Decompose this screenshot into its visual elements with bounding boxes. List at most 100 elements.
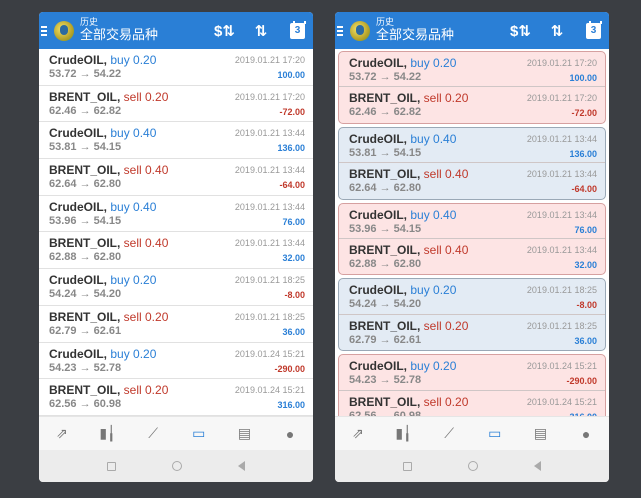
header-small-title: 历史 xyxy=(80,17,99,28)
trade-symbol-line: CrudeOIL, buy 0.20 xyxy=(349,359,456,373)
trade-date: 2019.01.21 17:20 xyxy=(234,91,305,102)
trade-row[interactable]: CrudeOIL, buy 0.20 54.24 → 54.20 2019.01.2… xyxy=(339,279,605,315)
trade-symbol: CrudeOIL, xyxy=(349,131,411,146)
sort-icon[interactable]: ⇅ xyxy=(252,22,270,40)
trade-prices: 53.72 → 54.22 xyxy=(349,71,422,83)
trade-row[interactable]: CrudeOIL, buy 0.40 53.96 → 54.15 2019.01.2… xyxy=(39,196,313,233)
candlestick-icon[interactable]: ▮╽ xyxy=(393,425,413,443)
trade-date: 2019.01.21 18:25 xyxy=(234,275,305,286)
trade-prices: 62.79 → 62.61 xyxy=(49,324,122,337)
trade-row[interactable]: BRENT_OIL, sell 0.40 62.64 → 62.80 2019.01… xyxy=(39,159,313,196)
trade-profit: -290.00 xyxy=(274,363,305,374)
trade-symbol: CrudeOIL, xyxy=(49,346,111,361)
trade-symbol-line: BRENT_OIL, sell 0.40 xyxy=(349,243,468,257)
trade-symbol: CrudeOIL, xyxy=(49,126,111,141)
trade-profit: -64.00 xyxy=(571,184,597,195)
trade-symbol-line: BRENT_OIL, sell 0.40 xyxy=(49,236,168,250)
phone-right: 历史 全部交易品种 $⇅ ⇅ 3 CrudeOIL, buy 0.20 53.72… xyxy=(335,12,609,482)
candlestick-icon[interactable]: ▮╽ xyxy=(97,425,117,443)
trade-icon[interactable]: ⇗ xyxy=(52,425,72,443)
trade-row[interactable]: CrudeOIL, buy 0.20 54.23 → 52.78 2019.01.2… xyxy=(39,343,313,380)
trade-side-volume: buy 0.20 xyxy=(410,359,457,374)
trade-prices: 62.64 → 62.80 xyxy=(349,182,422,195)
android-navbar xyxy=(39,450,313,482)
trade-symbol: BRENT_OIL, xyxy=(349,318,424,333)
trade-row[interactable]: CrudeOIL, buy 0.40 53.81 → 54.15 2019.01.2… xyxy=(339,128,605,164)
trade-row[interactable]: BRENT_OIL, sell 0.40 62.64 → 62.80 2019.01… xyxy=(339,163,605,198)
home-icon[interactable] xyxy=(172,461,182,471)
phone-left: 历史 全部交易品种 $⇅ ⇅ 3 CrudeOIL, buy 0.20 53.72… xyxy=(39,12,313,482)
trade-profit: 136.00 xyxy=(569,148,597,159)
back-icon[interactable] xyxy=(238,461,245,471)
dollar-swap-icon[interactable]: $⇅ xyxy=(214,22,235,40)
trade-date: 2019.01.21 18:25 xyxy=(234,311,305,322)
trade-symbol: CrudeOIL, xyxy=(349,207,411,222)
home-icon[interactable] xyxy=(468,461,478,471)
back-icon[interactable] xyxy=(534,461,541,471)
trade-row[interactable]: BRENT_OIL, sell 0.20 62.79 → 62.61 2019.01… xyxy=(39,306,313,343)
inbox-icon[interactable]: ▭ xyxy=(189,425,209,443)
trade-icon[interactable]: ⇗ xyxy=(348,425,368,443)
trade-row[interactable]: BRENT_OIL, sell 0.40 62.88 → 62.80 2019.01… xyxy=(339,239,605,274)
trade-prices: 62.88 → 62.80 xyxy=(349,257,422,270)
trade-date: 2019.01.24 15:21 xyxy=(526,361,597,372)
trade-symbol: BRENT_OIL, xyxy=(349,91,424,106)
trade-date: 2019.01.21 13:44 xyxy=(526,133,597,144)
trade-symbol-line: CrudeOIL, buy 0.40 xyxy=(349,132,456,146)
trade-prices: 62.46 → 62.82 xyxy=(49,104,122,117)
trade-symbol: BRENT_OIL, xyxy=(49,89,124,104)
trade-prices: 62.56 → 60.98 xyxy=(49,398,122,411)
trade-pair-group: CrudeOIL, buy 0.40 53.96 → 54.15 2019.01.2… xyxy=(338,202,606,276)
recent-apps-icon[interactable] xyxy=(107,461,116,471)
trade-date: 2019.01.24 15:21 xyxy=(526,396,597,407)
trade-row[interactable]: BRENT_OIL, sell 0.2062.56 → 60.98 2019.01… xyxy=(39,379,313,416)
chat-icon[interactable]: ● xyxy=(280,425,300,443)
recent-apps-icon[interactable] xyxy=(403,461,412,471)
dollar-swap-icon[interactable]: $⇅ xyxy=(510,22,531,40)
trade-row[interactable]: CrudeOIL, buy 0.40 53.96 → 54.15 2019.01.2… xyxy=(339,204,605,239)
trade-row[interactable]: CrudeOIL, buy 0.20 54.24 → 54.20 2019.01.2… xyxy=(39,269,313,306)
trade-row[interactable]: CrudeOIL, buy 0.20 53.72 → 54.22 2019.01.2… xyxy=(39,49,313,86)
chat-icon[interactable]: ● xyxy=(576,425,596,443)
trade-symbol-line: CrudeOIL, buy 0.20 xyxy=(49,347,156,361)
trade-symbol: BRENT_OIL, xyxy=(349,167,424,182)
trade-profit: -72.00 xyxy=(279,106,305,117)
news-icon[interactable]: ▤ xyxy=(530,425,550,443)
chart-icon[interactable]: ⟋ xyxy=(439,425,459,443)
trade-symbol-line: CrudeOIL, buy 0.40 xyxy=(349,208,456,222)
chart-icon[interactable]: ⟋ xyxy=(143,425,163,443)
trade-side-volume: buy 0.20 xyxy=(110,53,157,67)
trade-row[interactable]: BRENT_OIL, sell 0.20 62.79 → 62.61 2019.01… xyxy=(339,315,605,350)
trade-date: 2019.01.21 18:25 xyxy=(526,285,597,296)
trade-side-volume: sell 0.20 xyxy=(423,394,469,409)
trade-side-volume: buy 0.40 xyxy=(110,199,157,214)
menu-icon[interactable] xyxy=(337,25,347,36)
trade-symbol-line: CrudeOIL, buy 0.20 xyxy=(349,283,456,297)
trade-date: 2019.01.21 13:44 xyxy=(234,165,305,176)
trade-side-volume: sell 0.40 xyxy=(123,163,169,178)
trade-date: 2019.01.21 13:44 xyxy=(526,209,597,220)
trade-symbol-line: BRENT_OIL, sell 0.20 xyxy=(49,310,168,324)
trade-side-volume: sell 0.20 xyxy=(423,91,469,106)
trade-profit: 316.00 xyxy=(277,400,305,411)
trade-symbol: CrudeOIL, xyxy=(49,273,111,288)
trade-row[interactable]: CrudeOIL, buy 0.20 53.72 → 54.22 2019.01.2… xyxy=(339,52,605,88)
trade-date: 2019.01.21 13:44 xyxy=(234,238,305,249)
menu-icon[interactable] xyxy=(41,25,51,36)
news-icon[interactable]: ▤ xyxy=(234,425,254,443)
trade-symbol-line: CrudeOIL, buy 0.40 xyxy=(49,126,156,140)
calendar-icon[interactable]: 3 xyxy=(290,20,306,39)
trade-side-volume: sell 0.40 xyxy=(423,242,469,257)
trade-row[interactable]: BRENT_OIL, sell 0.20 62.46 → 62.82 2019.01… xyxy=(39,86,313,123)
trade-row[interactable]: CrudeOIL, buy 0.40 53.81 → 54.15 2019.01.2… xyxy=(39,122,313,160)
trade-row[interactable]: CrudeOIL, buy 0.20 54.23 → 52.78 2019.01.2… xyxy=(339,355,605,391)
trade-side-volume: buy 0.20 xyxy=(410,283,457,298)
trade-date: 2019.01.24 15:21 xyxy=(234,348,305,359)
trade-pair-group: CrudeOIL, buy 0.20 54.24 → 54.20 2019.01.2… xyxy=(338,278,606,352)
sort-icon[interactable]: ⇅ xyxy=(548,22,566,40)
trade-row[interactable]: BRENT_OIL, sell 0.20 62.46 → 62.82 2019.01… xyxy=(339,87,605,122)
inbox-icon[interactable]: ▭ xyxy=(485,425,505,443)
trade-row[interactable]: BRENT_OIL, sell 0.40 62.88 → 62.80 2019.01… xyxy=(39,232,313,270)
calendar-icon[interactable]: 3 xyxy=(586,20,602,39)
trade-prices: 53.81 → 54.15 xyxy=(349,146,422,159)
